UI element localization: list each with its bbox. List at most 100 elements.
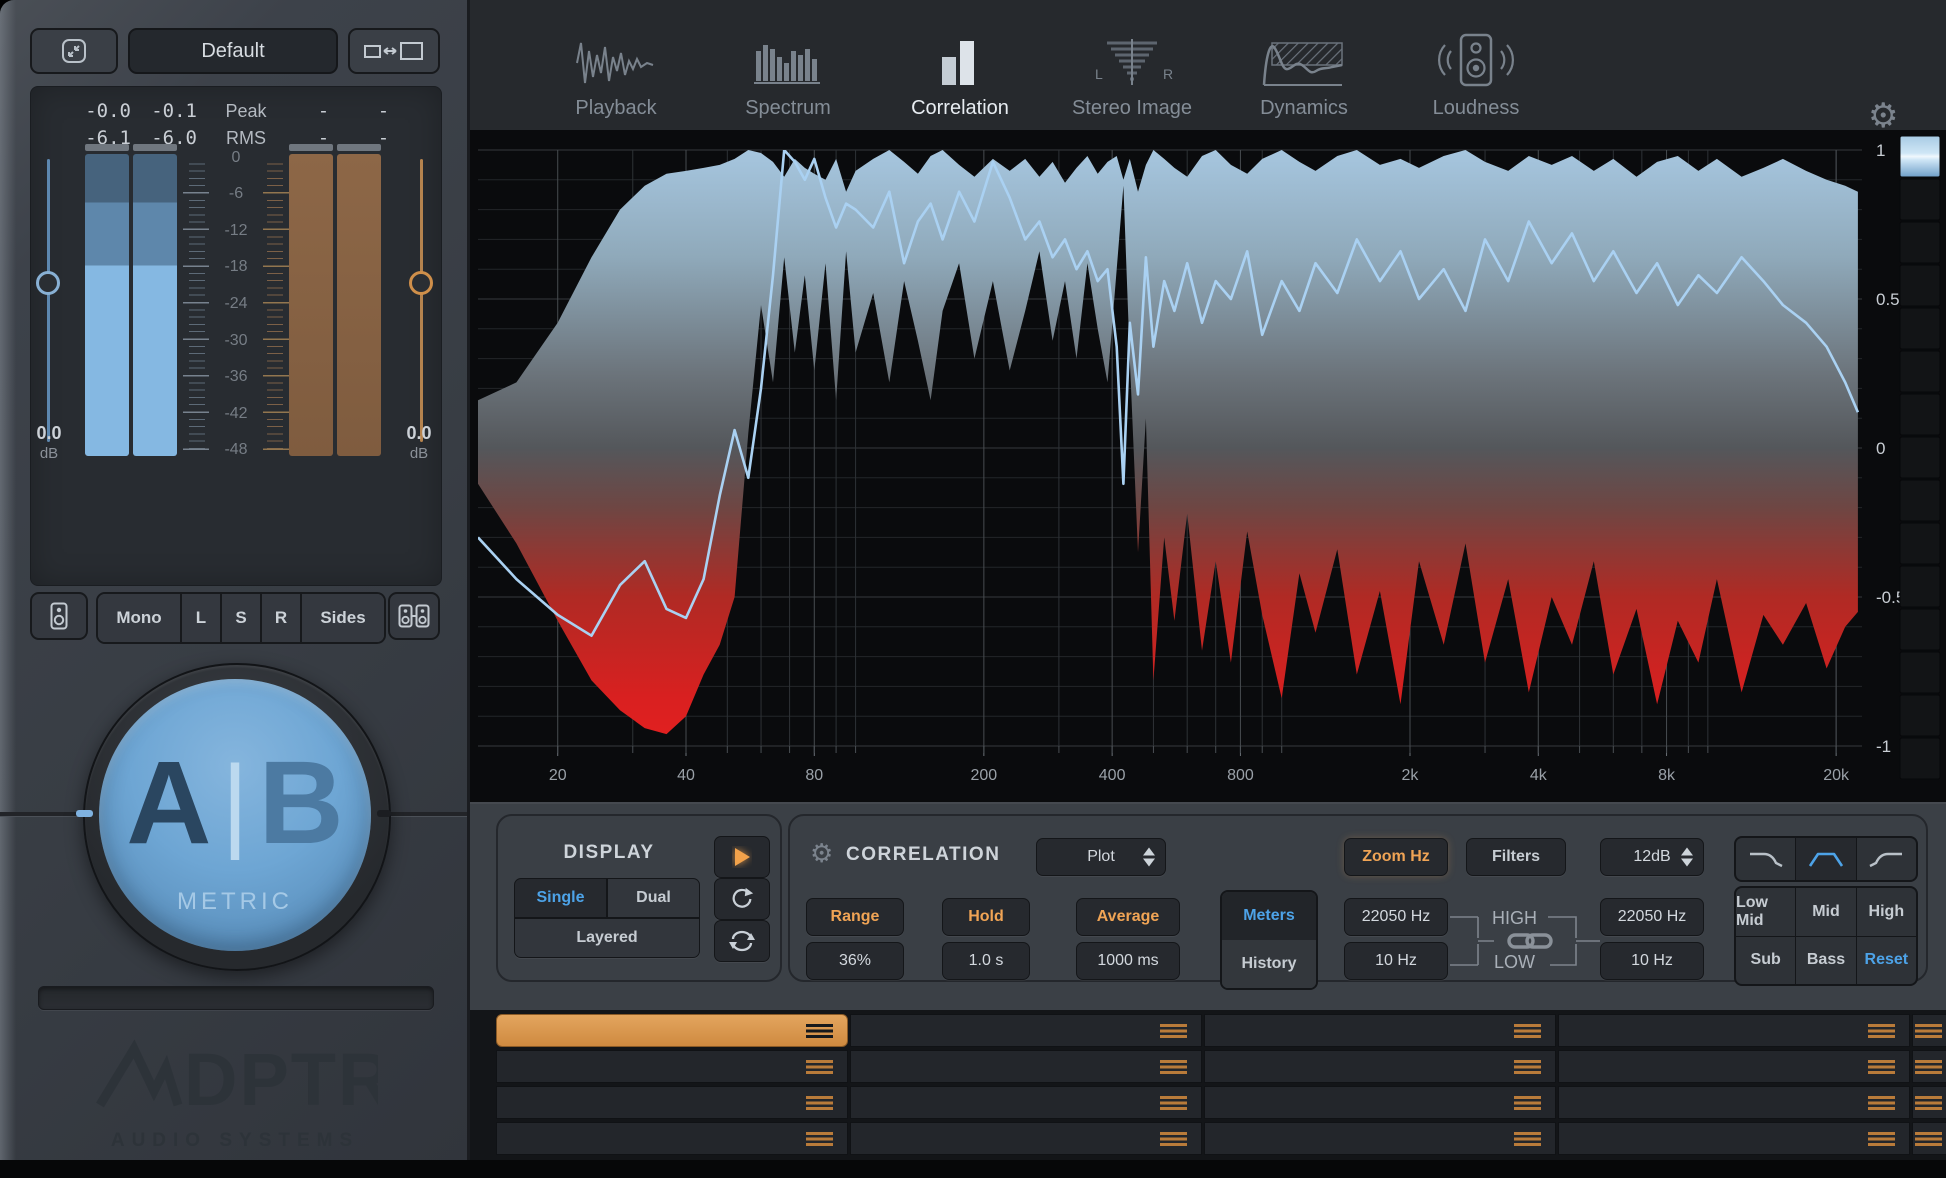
snapshot-menu-icon[interactable] [1915,1131,1942,1146]
ab-knob[interactable]: A | B METRIC [99,679,371,951]
snapshot-menu-icon[interactable] [1514,1131,1541,1146]
highpass-filter-button[interactable] [1856,838,1916,880]
snapshot-menu-icon[interactable] [1868,1095,1895,1110]
snapshot-menu-icon[interactable] [1915,1059,1942,1074]
snapshot-menu-icon[interactable] [1160,1095,1187,1110]
meters-button[interactable]: Meters [1222,892,1316,940]
tab-loudness[interactable]: Loudness [1390,8,1562,130]
display-single-button[interactable]: Single [514,878,607,918]
snapshot-slot[interactable] [1912,1086,1946,1119]
snapshot-slot[interactable] [850,1014,1202,1047]
snapshot-slot[interactable] [1912,1050,1946,1083]
tab-playback[interactable]: Playback [530,8,702,130]
preset-selector[interactable]: Default [128,28,338,74]
filter-low-value[interactable]: 10 Hz [1600,942,1704,980]
history-button[interactable]: History [1222,940,1316,988]
tab-correlation[interactable]: Correlation [874,8,1046,130]
speaker-ab-button[interactable] [388,592,440,640]
snapshot-menu-icon[interactable] [1514,1059,1541,1074]
display-title: DISPLAY [563,842,655,863]
link-chain-icon[interactable] [1506,930,1554,952]
snapshot-slot[interactable] [1204,1014,1556,1047]
band-sub-button[interactable]: Sub [1736,936,1796,984]
correlation-meter-segment [1899,522,1941,565]
snapshot-slot[interactable] [496,1086,848,1119]
snapshot-slot[interactable] [850,1050,1202,1083]
lowpass-filter-button[interactable] [1736,838,1796,880]
snapshot-slot[interactable] [1558,1014,1910,1047]
snapshot-slot[interactable] [496,1050,848,1083]
snapshot-slot[interactable] [1558,1050,1910,1083]
resize-button[interactable] [348,28,440,74]
collapse-button[interactable] [30,28,118,74]
snapshot-slot[interactable] [1204,1050,1556,1083]
speaker-a-button[interactable] [30,592,88,640]
snapshot-slot[interactable] [1204,1086,1556,1119]
snapshot-menu-icon[interactable] [806,1131,833,1146]
correlation-gear-icon[interactable]: ⚙ [810,838,833,869]
snapshot-menu-icon[interactable] [806,1023,833,1038]
dual-speaker-icon [398,604,430,628]
snapshot-menu-icon[interactable] [1514,1095,1541,1110]
filter-slope-stepper[interactable]: 12dB [1600,838,1704,876]
monitor-s-button[interactable]: S [222,594,262,642]
snapshot-menu-icon[interactable] [806,1059,833,1074]
snapshot-menu-icon[interactable] [1514,1023,1541,1038]
snapshot-menu-icon[interactable] [1915,1023,1942,1038]
snapshot-slot[interactable] [1204,1122,1556,1155]
loop-button[interactable] [714,920,770,962]
snapshot-slot-active[interactable] [496,1014,848,1047]
display-dual-button[interactable]: Dual [607,878,700,918]
snapshot-slot[interactable] [1558,1086,1910,1119]
average-button[interactable]: Average [1076,898,1180,936]
snapshot-slot[interactable] [1912,1122,1946,1155]
band-bass-button[interactable]: Bass [1796,936,1856,984]
plot-dropdown[interactable]: Plot [1036,838,1166,876]
snapshot-slot[interactable] [850,1086,1202,1119]
band-reset-button[interactable]: Reset [1856,936,1916,984]
snapshot-menu-icon[interactable] [1160,1131,1187,1146]
tab-spectrum[interactable]: Spectrum [702,8,874,130]
fader-b-track[interactable] [420,159,423,442]
monitor-l-button[interactable]: L [182,594,222,642]
range-button[interactable]: Range [806,898,904,936]
zoom-hz-button[interactable]: Zoom Hz [1344,838,1448,876]
snapshot-menu-icon[interactable] [1160,1059,1187,1074]
snapshot-menu-icon[interactable] [1868,1131,1895,1146]
tab-dynamics[interactable]: Dynamics [1218,8,1390,130]
snapshot-slot[interactable] [496,1122,848,1155]
snapshot-menu-icon[interactable] [1868,1059,1895,1074]
snapshot-slot[interactable] [1558,1122,1910,1155]
zoom-high-value[interactable]: 22050 Hz [1344,898,1448,936]
average-value[interactable]: 1000 ms [1076,942,1180,980]
tab-stereo-image[interactable]: L R Stereo Image [1046,8,1218,130]
band-low-mid-button[interactable]: Low Mid [1736,888,1796,936]
snapshot-slot[interactable] [850,1122,1202,1155]
zoom-low-value[interactable]: 10 Hz [1344,942,1448,980]
snapshot-menu-icon[interactable] [1868,1023,1895,1038]
hold-button[interactable]: Hold [942,898,1030,936]
display-layered-button[interactable]: Layered [514,918,700,958]
filter-high-value[interactable]: 22050 Hz [1600,898,1704,936]
snapshot-menu-icon[interactable] [1915,1095,1942,1110]
hold-value[interactable]: 1.0 s [942,942,1030,980]
fader-b-handle[interactable] [409,271,433,295]
monitor-mono-button[interactable]: Mono [98,594,182,642]
snapshot-slot[interactable] [1912,1014,1946,1047]
snapshot-menu-icon[interactable] [806,1095,833,1110]
monitor-r-button[interactable]: R [262,594,302,642]
fader-a-track[interactable] [47,159,50,442]
monitor-sides-button[interactable]: Sides [302,594,384,642]
correlation-title: CORRELATION [846,844,1001,865]
bandpass-filter-button[interactable] [1796,838,1856,880]
filters-button[interactable]: Filters [1466,838,1566,876]
freq-axis-label: 8k [1658,767,1676,784]
band-high-button[interactable]: High [1856,888,1916,936]
play-button[interactable] [714,836,770,878]
crossfade-groove[interactable] [38,986,434,1010]
fader-a-handle[interactable] [36,271,60,295]
band-mid-button[interactable]: Mid [1796,888,1856,936]
snapshot-menu-icon[interactable] [1160,1023,1187,1038]
range-value[interactable]: 36% [806,942,904,980]
restart-button[interactable] [714,878,770,920]
